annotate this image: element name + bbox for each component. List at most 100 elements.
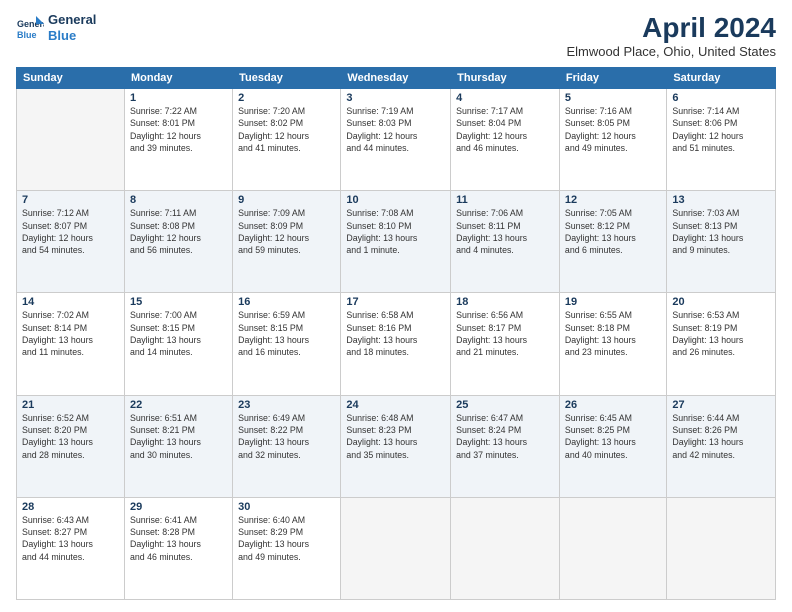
cell-date-number: 4 <box>456 92 554 104</box>
cell-date-number: 26 <box>565 399 661 411</box>
cell-info-text: Sunrise: 7:06 AM Sunset: 8:11 PM Dayligh… <box>456 207 554 256</box>
calendar-week-4: 21Sunrise: 6:52 AM Sunset: 8:20 PM Dayli… <box>17 395 776 497</box>
calendar-cell: 13Sunrise: 7:03 AM Sunset: 8:13 PM Dayli… <box>667 191 776 293</box>
title-block: April 2024 Elmwood Place, Ohio, United S… <box>566 12 776 59</box>
calendar-cell <box>341 497 451 599</box>
cell-info-text: Sunrise: 6:49 AM Sunset: 8:22 PM Dayligh… <box>238 412 335 461</box>
cell-info-text: Sunrise: 7:03 AM Sunset: 8:13 PM Dayligh… <box>672 207 770 256</box>
cell-date-number: 22 <box>130 399 227 411</box>
cell-info-text: Sunrise: 6:47 AM Sunset: 8:24 PM Dayligh… <box>456 412 554 461</box>
cell-date-number: 14 <box>22 296 119 308</box>
cell-date-number: 6 <box>672 92 770 104</box>
calendar-cell: 23Sunrise: 6:49 AM Sunset: 8:22 PM Dayli… <box>233 395 341 497</box>
calendar-subtitle: Elmwood Place, Ohio, United States <box>566 44 776 59</box>
day-header-thursday: Thursday <box>451 68 560 89</box>
cell-info-text: Sunrise: 7:05 AM Sunset: 8:12 PM Dayligh… <box>565 207 661 256</box>
calendar-cell <box>451 497 560 599</box>
calendar-cell: 14Sunrise: 7:02 AM Sunset: 8:14 PM Dayli… <box>17 293 125 395</box>
cell-info-text: Sunrise: 7:12 AM Sunset: 8:07 PM Dayligh… <box>22 207 119 256</box>
calendar-cell: 30Sunrise: 6:40 AM Sunset: 8:29 PM Dayli… <box>233 497 341 599</box>
calendar-cell: 21Sunrise: 6:52 AM Sunset: 8:20 PM Dayli… <box>17 395 125 497</box>
cell-info-text: Sunrise: 7:02 AM Sunset: 8:14 PM Dayligh… <box>22 309 119 358</box>
cell-info-text: Sunrise: 7:11 AM Sunset: 8:08 PM Dayligh… <box>130 207 227 256</box>
logo: General Blue General Blue <box>16 12 96 43</box>
cell-date-number: 29 <box>130 501 227 513</box>
cell-info-text: Sunrise: 7:22 AM Sunset: 8:01 PM Dayligh… <box>130 105 227 154</box>
cell-date-number: 10 <box>346 194 445 206</box>
calendar-cell <box>559 497 666 599</box>
cell-info-text: Sunrise: 6:40 AM Sunset: 8:29 PM Dayligh… <box>238 514 335 563</box>
calendar-cell: 29Sunrise: 6:41 AM Sunset: 8:28 PM Dayli… <box>124 497 232 599</box>
calendar-cell: 22Sunrise: 6:51 AM Sunset: 8:21 PM Dayli… <box>124 395 232 497</box>
cell-info-text: Sunrise: 7:00 AM Sunset: 8:15 PM Dayligh… <box>130 309 227 358</box>
svg-text:Blue: Blue <box>17 30 37 40</box>
cell-info-text: Sunrise: 6:43 AM Sunset: 8:27 PM Dayligh… <box>22 514 119 563</box>
cell-info-text: Sunrise: 6:52 AM Sunset: 8:20 PM Dayligh… <box>22 412 119 461</box>
calendar-title: April 2024 <box>566 12 776 44</box>
cell-date-number: 18 <box>456 296 554 308</box>
cell-info-text: Sunrise: 6:53 AM Sunset: 8:19 PM Dayligh… <box>672 309 770 358</box>
calendar-cell: 2Sunrise: 7:20 AM Sunset: 8:02 PM Daylig… <box>233 89 341 191</box>
calendar-table: SundayMondayTuesdayWednesdayThursdayFrid… <box>16 67 776 600</box>
cell-date-number: 28 <box>22 501 119 513</box>
cell-date-number: 24 <box>346 399 445 411</box>
day-header-sunday: Sunday <box>17 68 125 89</box>
calendar-week-5: 28Sunrise: 6:43 AM Sunset: 8:27 PM Dayli… <box>17 497 776 599</box>
calendar-cell: 9Sunrise: 7:09 AM Sunset: 8:09 PM Daylig… <box>233 191 341 293</box>
calendar-header-row: SundayMondayTuesdayWednesdayThursdayFrid… <box>17 68 776 89</box>
cell-date-number: 15 <box>130 296 227 308</box>
cell-date-number: 17 <box>346 296 445 308</box>
cell-date-number: 9 <box>238 194 335 206</box>
cell-date-number: 5 <box>565 92 661 104</box>
cell-info-text: Sunrise: 7:19 AM Sunset: 8:03 PM Dayligh… <box>346 105 445 154</box>
cell-info-text: Sunrise: 7:09 AM Sunset: 8:09 PM Dayligh… <box>238 207 335 256</box>
day-header-saturday: Saturday <box>667 68 776 89</box>
logo-blue: Blue <box>48 28 96 44</box>
calendar-cell: 27Sunrise: 6:44 AM Sunset: 8:26 PM Dayli… <box>667 395 776 497</box>
cell-date-number: 2 <box>238 92 335 104</box>
logo-icon: General Blue <box>16 14 44 42</box>
day-header-friday: Friday <box>559 68 666 89</box>
cell-info-text: Sunrise: 6:44 AM Sunset: 8:26 PM Dayligh… <box>672 412 770 461</box>
cell-date-number: 19 <box>565 296 661 308</box>
day-header-tuesday: Tuesday <box>233 68 341 89</box>
calendar-cell: 26Sunrise: 6:45 AM Sunset: 8:25 PM Dayli… <box>559 395 666 497</box>
calendar-cell: 19Sunrise: 6:55 AM Sunset: 8:18 PM Dayli… <box>559 293 666 395</box>
logo-general: General <box>48 12 96 28</box>
cell-date-number: 20 <box>672 296 770 308</box>
cell-info-text: Sunrise: 7:08 AM Sunset: 8:10 PM Dayligh… <box>346 207 445 256</box>
calendar-cell: 20Sunrise: 6:53 AM Sunset: 8:19 PM Dayli… <box>667 293 776 395</box>
calendar-cell: 5Sunrise: 7:16 AM Sunset: 8:05 PM Daylig… <box>559 89 666 191</box>
calendar-cell: 11Sunrise: 7:06 AM Sunset: 8:11 PM Dayli… <box>451 191 560 293</box>
calendar-cell: 8Sunrise: 7:11 AM Sunset: 8:08 PM Daylig… <box>124 191 232 293</box>
cell-date-number: 1 <box>130 92 227 104</box>
calendar-cell: 18Sunrise: 6:56 AM Sunset: 8:17 PM Dayli… <box>451 293 560 395</box>
calendar-cell: 6Sunrise: 7:14 AM Sunset: 8:06 PM Daylig… <box>667 89 776 191</box>
cell-date-number: 7 <box>22 194 119 206</box>
cell-date-number: 16 <box>238 296 335 308</box>
cell-info-text: Sunrise: 7:17 AM Sunset: 8:04 PM Dayligh… <box>456 105 554 154</box>
day-header-wednesday: Wednesday <box>341 68 451 89</box>
calendar-cell: 10Sunrise: 7:08 AM Sunset: 8:10 PM Dayli… <box>341 191 451 293</box>
calendar-cell: 4Sunrise: 7:17 AM Sunset: 8:04 PM Daylig… <box>451 89 560 191</box>
calendar-cell: 24Sunrise: 6:48 AM Sunset: 8:23 PM Dayli… <box>341 395 451 497</box>
cell-info-text: Sunrise: 6:59 AM Sunset: 8:15 PM Dayligh… <box>238 309 335 358</box>
cell-info-text: Sunrise: 6:58 AM Sunset: 8:16 PM Dayligh… <box>346 309 445 358</box>
day-header-monday: Monday <box>124 68 232 89</box>
calendar-cell: 3Sunrise: 7:19 AM Sunset: 8:03 PM Daylig… <box>341 89 451 191</box>
cell-date-number: 3 <box>346 92 445 104</box>
cell-info-text: Sunrise: 6:51 AM Sunset: 8:21 PM Dayligh… <box>130 412 227 461</box>
calendar-week-1: 1Sunrise: 7:22 AM Sunset: 8:01 PM Daylig… <box>17 89 776 191</box>
cell-date-number: 8 <box>130 194 227 206</box>
calendar-cell: 25Sunrise: 6:47 AM Sunset: 8:24 PM Dayli… <box>451 395 560 497</box>
calendar-cell: 1Sunrise: 7:22 AM Sunset: 8:01 PM Daylig… <box>124 89 232 191</box>
calendar-week-3: 14Sunrise: 7:02 AM Sunset: 8:14 PM Dayli… <box>17 293 776 395</box>
cell-info-text: Sunrise: 7:14 AM Sunset: 8:06 PM Dayligh… <box>672 105 770 154</box>
calendar-cell: 12Sunrise: 7:05 AM Sunset: 8:12 PM Dayli… <box>559 191 666 293</box>
cell-date-number: 30 <box>238 501 335 513</box>
calendar-cell: 16Sunrise: 6:59 AM Sunset: 8:15 PM Dayli… <box>233 293 341 395</box>
cell-info-text: Sunrise: 6:56 AM Sunset: 8:17 PM Dayligh… <box>456 309 554 358</box>
cell-date-number: 21 <box>22 399 119 411</box>
calendar-week-2: 7Sunrise: 7:12 AM Sunset: 8:07 PM Daylig… <box>17 191 776 293</box>
cell-info-text: Sunrise: 7:20 AM Sunset: 8:02 PM Dayligh… <box>238 105 335 154</box>
